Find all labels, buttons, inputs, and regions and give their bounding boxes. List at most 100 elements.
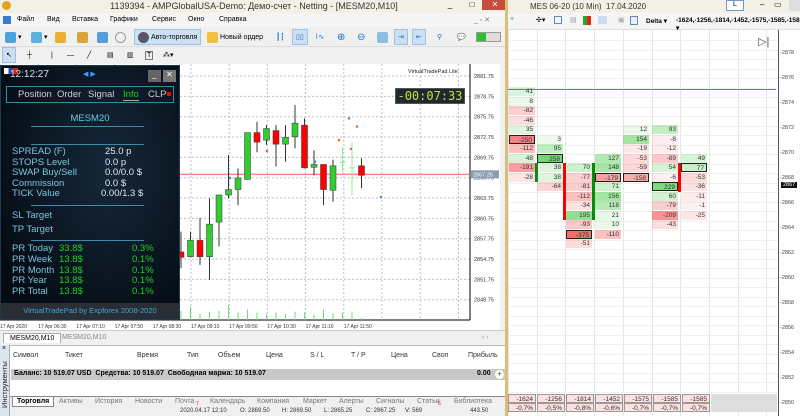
tab-trade[interactable]: Торговля: [12, 397, 55, 407]
trade-marker: [355, 125, 359, 128]
tab-info[interactable]: Info: [123, 89, 139, 101]
col-swap[interactable]: Своп: [432, 352, 448, 359]
col-volume[interactable]: Объем: [218, 352, 240, 359]
child-minimize-button[interactable]: _ ▫ ✕: [474, 16, 490, 24]
chart-tab-active[interactable]: MESM20,M10: [3, 333, 62, 343]
navigator-button[interactable]: [74, 29, 91, 45]
fibo-icon: ▤: [107, 52, 114, 59]
search-button[interactable]: ⚲: [434, 29, 445, 45]
tp-target-label[interactable]: TP Target: [12, 224, 53, 235]
minimize-button[interactable]: _: [440, 0, 460, 10]
price-tick-label: -2862: [780, 250, 795, 256]
tradepad-minimize-button[interactable]: _: [148, 70, 161, 82]
settings-icon[interactable]: ▤: [570, 16, 577, 24]
fibo-button[interactable]: ▤: [104, 47, 117, 63]
tab-news[interactable]: Новости: [135, 398, 162, 405]
new-chart-button[interactable]: ▾: [2, 29, 25, 45]
col-symbol[interactable]: Символ: [13, 352, 38, 359]
maximize-button[interactable]: □: [462, 0, 482, 10]
chart-type-icon[interactable]: [598, 16, 607, 24]
pan-icon[interactable]: ✣▾: [536, 16, 545, 24]
chart-shift-button[interactable]: ⇤: [412, 29, 426, 45]
candle-body: [329, 165, 337, 191]
zoom-out-button[interactable]: ⊖: [354, 29, 368, 45]
horizontal-line-button[interactable]: —: [64, 47, 77, 63]
crosshair-button[interactable]: ┼: [24, 47, 35, 63]
tile-button[interactable]: [374, 29, 391, 45]
profiles-button[interactable]: ▾: [28, 29, 51, 45]
tradepad-close-button[interactable]: ✕: [163, 70, 176, 82]
radio-button[interactable]: [112, 29, 129, 45]
tab-library[interactable]: Библиотека: [454, 398, 492, 405]
price-tick-label: -2858: [780, 300, 795, 306]
tab-mail[interactable]: Почта: [175, 398, 194, 405]
col-tp[interactable]: T / P: [351, 352, 366, 359]
chat-button[interactable]: 💬: [454, 29, 469, 45]
price-tick-label: 2869.75: [474, 155, 494, 161]
menu-file[interactable]: Файл: [17, 16, 34, 23]
footprint-chart-icon[interactable]: [583, 16, 591, 25]
shapes-button[interactable]: ⁂▾: [160, 47, 177, 63]
tab-history[interactable]: История: [95, 398, 122, 405]
l-button[interactable]: L: [726, 0, 744, 11]
fp-maximize-button[interactable]: ▭: [774, 0, 782, 9]
vertical-line-button[interactable]: |: [48, 47, 56, 63]
footprint-chart[interactable]: ▷| -2878 -2876 -2874 -2872 -2870 -2868 -2866 -2…: [508, 30, 800, 416]
tab-market[interactable]: Маркет: [303, 398, 327, 405]
tab-signals[interactable]: Сигналы: [376, 398, 404, 405]
tab-alerts[interactable]: Алерты: [339, 398, 364, 405]
label-button[interactable]: ▥: [124, 47, 137, 63]
tab-company[interactable]: Компания: [257, 398, 289, 405]
delta-dropdown[interactable]: Delta ▾: [646, 17, 667, 25]
window-title: 1139394 - AMPGlobalUSA-Demo: Демо-счет -…: [110, 1, 398, 11]
footprint-cell: 54: [652, 163, 678, 172]
chart-tab[interactable]: MESM20,M10: [62, 334, 106, 341]
new-order-button[interactable]: Новый ордер: [204, 29, 266, 45]
menu-help[interactable]: Справка: [219, 16, 246, 23]
tab-articles[interactable]: Статьи: [417, 398, 440, 405]
cursor-button[interactable]: ↖: [2, 47, 16, 63]
signals-button[interactable]: [94, 29, 111, 45]
col-price[interactable]: Цена: [266, 352, 283, 359]
market-watch-button[interactable]: [52, 29, 69, 45]
fp-close-button[interactable]: [789, 0, 800, 11]
line-chart-button[interactable]: ⌇∿: [312, 29, 327, 45]
bar-chart-button[interactable]: ┃┇: [273, 29, 287, 45]
add-icon[interactable]: +: [495, 370, 504, 379]
nav-arrows[interactable]: ◀ ▶: [83, 70, 96, 78]
add-icon[interactable]: +: [510, 16, 514, 23]
col-profit[interactable]: Прибыль: [468, 352, 498, 359]
menu-window[interactable]: Окно: [188, 16, 204, 23]
tab-position[interactable]: Position: [18, 89, 52, 100]
col-type[interactable]: Тип: [187, 352, 199, 359]
autoscroll-button[interactable]: ⇥: [394, 29, 408, 45]
autotrade-button[interactable]: Авто-торговля: [134, 29, 202, 45]
zoom-icon[interactable]: [554, 16, 562, 24]
menu-view[interactable]: Вид: [47, 16, 60, 23]
tab-order[interactable]: Order: [57, 89, 81, 100]
template-icon[interactable]: ▣: [618, 16, 625, 24]
zoom-in-button[interactable]: ⊕: [334, 29, 348, 45]
tab-assets[interactable]: Активы: [59, 398, 83, 405]
tab-clp[interactable]: CLP: [148, 89, 166, 100]
toolbox-side-strip[interactable]: × Инструменты: [0, 345, 10, 416]
toolbox-close-icon[interactable]: ×: [2, 345, 6, 353]
sl-target-label[interactable]: SL Target: [12, 210, 52, 221]
balance-row[interactable]: Баланс: 10 519.07 USD Средства: 10 519.0…: [11, 369, 505, 380]
menu-charts[interactable]: Графики: [110, 16, 138, 23]
tab-calendar[interactable]: Календарь: [210, 398, 245, 405]
candles-button[interactable]: ▯▯: [292, 29, 308, 45]
fp-minimize-button[interactable]: –: [760, 0, 764, 9]
play-to-end-icon[interactable]: ▷|: [758, 35, 769, 48]
col-time[interactable]: Время: [137, 352, 158, 359]
layout-icon[interactable]: [630, 16, 638, 25]
col-sl[interactable]: S / L: [310, 352, 324, 359]
col-price2[interactable]: Цена: [391, 352, 408, 359]
tab-scroll-arrows[interactable]: ‹ ›: [482, 334, 489, 341]
tab-signal[interactable]: Signal: [88, 89, 114, 100]
menu-insert[interactable]: Вставка: [72, 16, 98, 23]
col-ticket[interactable]: Тикет: [65, 352, 83, 359]
trendline-button[interactable]: ╱: [84, 47, 94, 63]
text-button[interactable]: T: [142, 47, 156, 63]
menu-tools[interactable]: Сервис: [152, 16, 176, 23]
